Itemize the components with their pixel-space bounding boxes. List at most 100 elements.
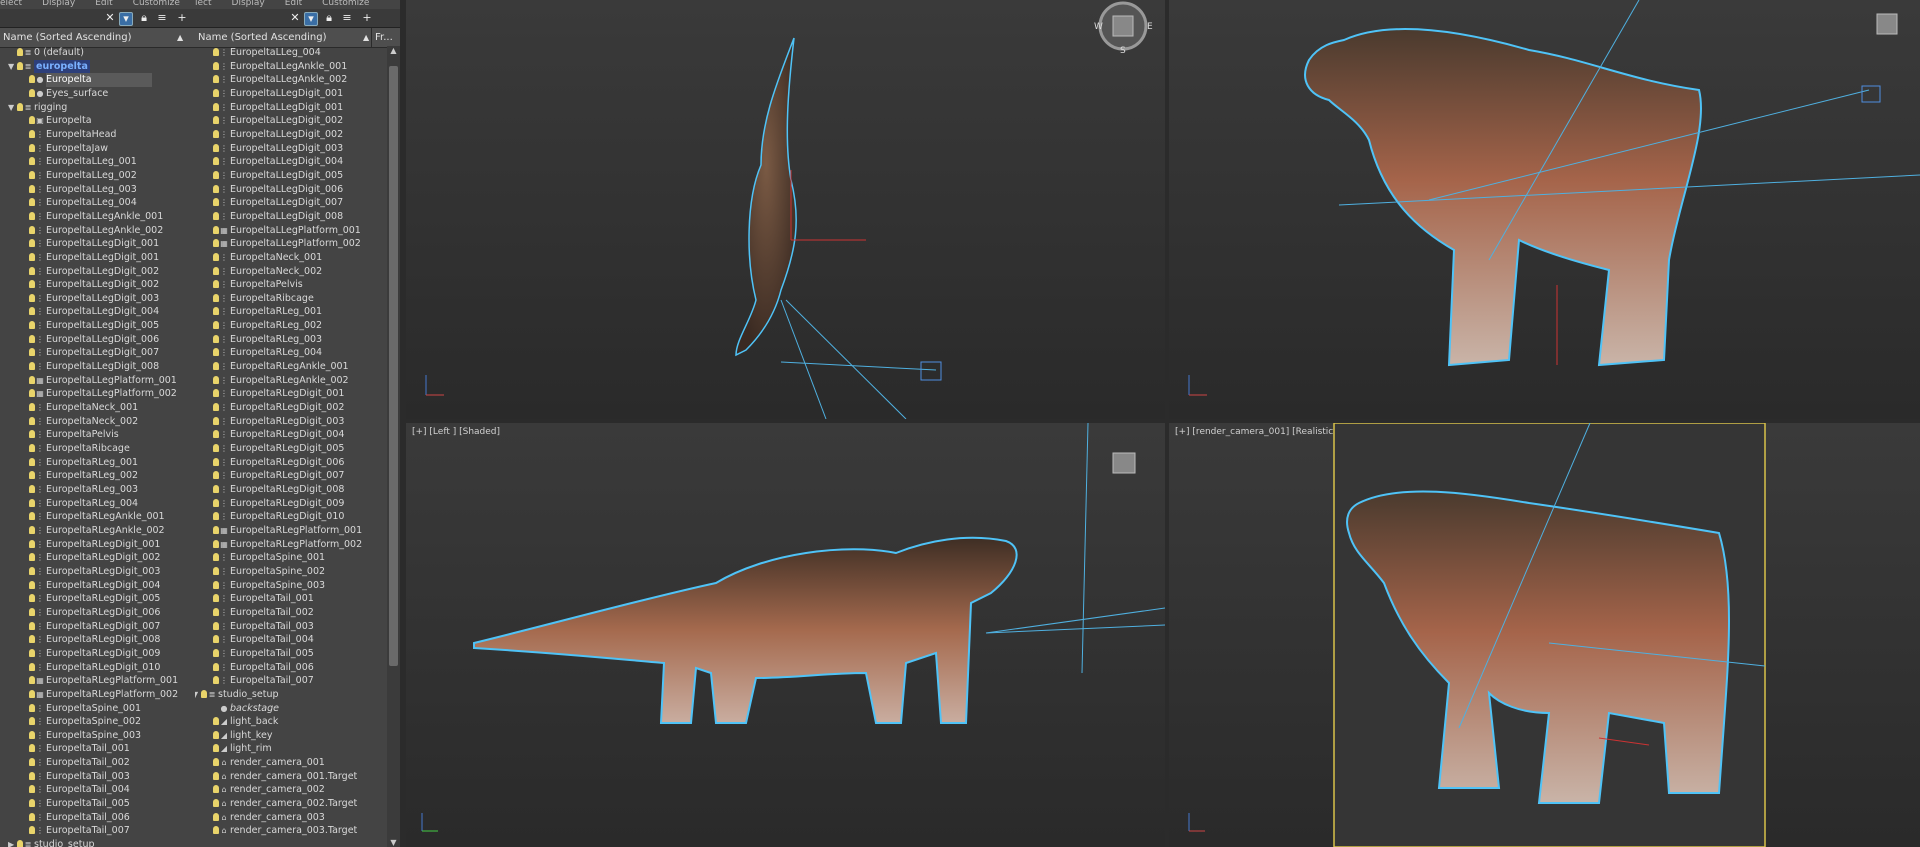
tree-row[interactable]: ⋮ EuropeltaRLeg_003 (195, 333, 400, 347)
tree-row[interactable]: ≣ 0 (default) (0, 46, 195, 60)
visibility-bulb-icon[interactable] (29, 758, 35, 767)
visibility-bulb-icon[interactable] (29, 184, 35, 193)
tree-row[interactable]: ⋮ EuropeltaLLeg_004 (195, 46, 400, 60)
tree-row[interactable]: ⋮ EuropeltaLLegDigit_002 (0, 278, 195, 292)
visibility-bulb-icon[interactable] (29, 485, 35, 493)
tree-row[interactable]: ⋮ EuropeltaRLeg_001 (195, 305, 400, 319)
tree-row[interactable]: ⋮ EuropeltaRLegDigit_003 (0, 565, 195, 579)
visibility-bulb-icon[interactable] (29, 812, 35, 821)
visibility-bulb-icon[interactable] (29, 211, 35, 220)
visibility-bulb-icon[interactable] (29, 375, 35, 384)
visibility-bulb-icon[interactable] (213, 375, 219, 384)
visibility-bulb-icon[interactable] (213, 102, 219, 111)
visibility-bulb-icon[interactable] (213, 239, 219, 248)
visibility-bulb-icon[interactable] (213, 676, 219, 685)
lock-icon[interactable]: 🔒︎ (323, 12, 335, 24)
tree-row[interactable]: ⋮ EuropeltaTail_007 (195, 674, 400, 688)
tree-row[interactable]: ⋮ EuropeltaTail_001 (0, 742, 195, 756)
tree-row[interactable]: ⋮ EuropeltaRLeg_002 (0, 469, 195, 483)
tree-row[interactable]: ⋮ EuropeltaRLegDigit_001 (0, 538, 195, 552)
viewport-perspective[interactable] (1169, 0, 1920, 419)
tree-row[interactable]: ⋮ EuropeltaLLegDigit_001 (0, 251, 195, 265)
visibility-bulb-icon[interactable] (29, 239, 35, 248)
visibility-bulb-icon[interactable] (213, 389, 219, 398)
creature-mesh-left[interactable] (473, 536, 1018, 724)
tree-row[interactable]: ⋮ EuropeltaTail_001 (195, 592, 400, 606)
tree-row[interactable]: ⋮ EuropeltaRLegDigit_009 (0, 647, 195, 661)
visibility-bulb-icon[interactable] (29, 444, 35, 453)
tree-row[interactable]: ▦ EuropeltaLLegPlatform_001 (195, 224, 400, 238)
visibility-bulb-icon[interactable] (213, 48, 219, 56)
visibility-bulb-icon[interactable] (213, 444, 219, 453)
filter-icon[interactable]: ▾ (119, 12, 133, 26)
expanded-arrow-icon[interactable]: ▼ (195, 688, 198, 702)
tree-row[interactable]: ⋮ EuropeltaRLeg_001 (0, 456, 195, 470)
viewport-camera[interactable]: [+] [render_camera_001] [Realistic] (1169, 423, 1920, 847)
tree-row[interactable]: ⋮ EuropeltaTail_006 (195, 661, 400, 675)
tree-row[interactable]: ⋮ EuropeltaLLegDigit_004 (0, 305, 195, 319)
visibility-bulb-icon[interactable] (213, 157, 219, 166)
tree-row[interactable]: ● Eyes_surface (0, 87, 195, 101)
tree-row[interactable]: ⋮ EuropeltaLLegDigit_007 (0, 346, 195, 360)
tree-row[interactable]: ⋮ EuropeltaLLegDigit_005 (0, 319, 195, 333)
close-icon[interactable]: ✕ (104, 12, 116, 24)
visibility-bulb-icon[interactable] (213, 717, 219, 726)
tree-row[interactable]: ⋮ EuropeltaHead (0, 128, 195, 142)
visibility-bulb-icon[interactable] (29, 512, 35, 521)
visibility-bulb-icon[interactable] (213, 88, 219, 97)
tree-row[interactable]: ◢ light_key (195, 729, 400, 743)
visibility-bulb-icon[interactable] (29, 621, 35, 630)
visibility-bulb-icon[interactable] (213, 525, 219, 534)
tree-row[interactable]: ⋮ EuropeltaLLeg_002 (0, 169, 195, 183)
visibility-bulb-icon[interactable] (29, 525, 35, 534)
tree-row[interactable]: ⋮ EuropeltaLLegAnkle_002 (195, 73, 400, 87)
tree-row[interactable]: ⋮ EuropeltaLLegDigit_006 (0, 333, 195, 347)
tree-row[interactable]: ⋮ EuropeltaLLegDigit_006 (195, 183, 400, 197)
tree-row[interactable]: ⋮ EuropeltaRibcage (0, 442, 195, 456)
tree-row[interactable]: ⋮ EuropeltaLLegAnkle_001 (195, 60, 400, 74)
visibility-bulb-icon[interactable] (213, 116, 219, 125)
visibility-bulb-icon[interactable] (29, 362, 35, 371)
tree-row[interactable]: ⋮ EuropeltaNeck_001 (0, 401, 195, 415)
visibility-bulb-icon[interactable] (213, 730, 219, 739)
tree-row[interactable]: ⋮ EuropeltaLLegDigit_003 (0, 292, 195, 306)
visibility-bulb-icon[interactable] (213, 471, 219, 480)
visibility-bulb-icon[interactable] (29, 129, 35, 138)
visibility-bulb-icon[interactable] (29, 334, 35, 343)
tree-row[interactable]: ⋮ EuropeltaLLegDigit_007 (195, 196, 400, 210)
visibility-bulb-icon[interactable] (29, 430, 35, 439)
visibility-bulb-icon[interactable] (213, 61, 219, 70)
visibility-bulb-icon[interactable] (213, 635, 219, 644)
visibility-bulb-icon[interactable] (29, 225, 35, 234)
tree-row[interactable]: ⋮ EuropeltaLLegDigit_008 (0, 360, 195, 374)
visibility-bulb-icon[interactable] (213, 293, 219, 302)
tree-row[interactable]: ⋮ EuropeltaRLegDigit_007 (0, 620, 195, 634)
tree-row[interactable]: ⋮ EuropeltaLLegDigit_005 (195, 169, 400, 183)
visibility-bulb-icon[interactable] (213, 812, 219, 821)
visibility-bulb-icon[interactable] (29, 403, 35, 412)
tree-row[interactable]: ▦ EuropeltaLLegPlatform_002 (0, 387, 195, 401)
visibility-bulb-icon[interactable] (213, 744, 219, 753)
visibility-bulb-icon[interactable] (213, 648, 219, 657)
layers-icon[interactable]: ≡ (341, 12, 353, 24)
visibility-bulb-icon[interactable] (201, 689, 207, 698)
visibility-bulb-icon[interactable] (213, 580, 219, 589)
visibility-bulb-icon[interactable] (29, 170, 35, 179)
tree-row[interactable]: ▼ ≣ europelta (0, 59, 195, 74)
visibility-bulb-icon[interactable] (29, 198, 35, 207)
visibility-bulb-icon[interactable] (213, 403, 219, 412)
visibility-bulb-icon[interactable] (213, 198, 219, 207)
visibility-bulb-icon[interactable] (29, 648, 35, 657)
visibility-bulb-icon[interactable] (29, 498, 35, 507)
visibility-bulb-icon[interactable] (213, 280, 219, 289)
tree-row[interactable]: ⋮ EuropeltaRLeg_004 (0, 497, 195, 511)
visibility-bulb-icon[interactable] (213, 143, 219, 152)
tree-row[interactable]: ▼ ≣ studio_setup (195, 688, 400, 702)
tree-row[interactable]: ⌂ render_camera_002 (195, 783, 400, 797)
tree-row[interactable]: ⋮ EuropeltaRLeg_004 (195, 346, 400, 360)
visibility-bulb-icon[interactable] (213, 594, 219, 603)
visibility-bulb-icon[interactable] (213, 512, 219, 521)
frozen-column-header[interactable]: Fr... (371, 28, 393, 47)
visibility-bulb-icon[interactable] (29, 157, 35, 166)
scroll-up-icon[interactable]: ▲ (387, 46, 400, 55)
